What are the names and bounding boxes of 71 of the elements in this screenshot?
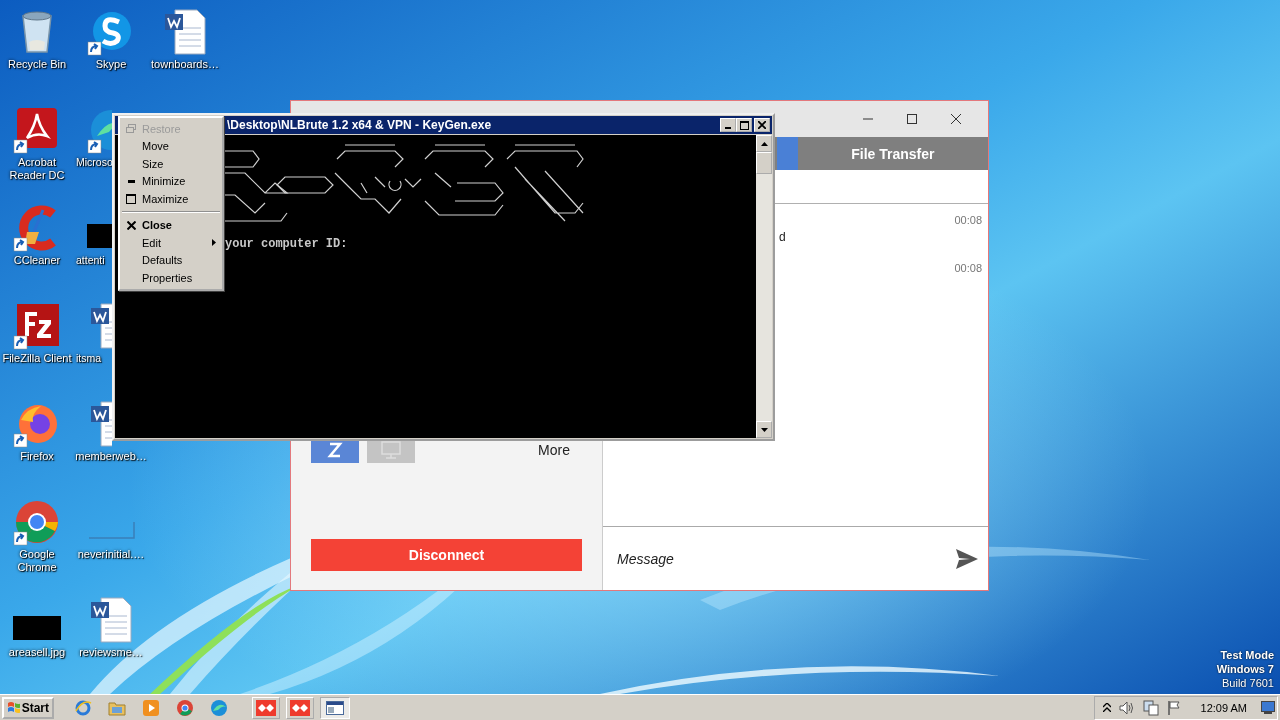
- message-time: 00:08: [954, 262, 982, 274]
- maximize-icon: [126, 193, 136, 204]
- show-desktop-icon[interactable]: [1261, 701, 1275, 714]
- network-icon[interactable]: [1142, 699, 1159, 716]
- icon-label[interactable]: townboards…: [151, 58, 219, 71]
- flag-icon[interactable]: [1166, 699, 1181, 716]
- menu-item[interactable]: Minimize: [120, 172, 222, 190]
- taskbar-window-button[interactable]: [286, 696, 314, 719]
- down-arrow-icon: [760, 427, 768, 432]
- icon-label[interactable]: itsma: [74, 352, 102, 365]
- scroll-up-button[interactable]: [756, 135, 772, 152]
- zigzag-icon: [325, 441, 345, 459]
- menu-item[interactable]: Defaults: [120, 251, 222, 269]
- start-button[interactable]: Start: [2, 696, 54, 719]
- up-arrow-icon: [760, 141, 768, 146]
- close-icon: [950, 113, 962, 125]
- icon-label[interactable]: Microso: [74, 156, 113, 169]
- icon-label[interactable]: neverinitial.…: [77, 548, 145, 561]
- console-text: your computer ID:: [225, 237, 349, 251]
- maximize-icon: [906, 113, 918, 125]
- restore-icon: [126, 124, 136, 134]
- minimize-icon: [127, 179, 135, 183]
- close-icon: [126, 220, 136, 230]
- taskbar-window-button[interactable]: [252, 696, 280, 719]
- icon-label[interactable]: memberweb…: [75, 450, 147, 463]
- menu-item[interactable]: Maximize: [120, 190, 222, 208]
- taskbar-button[interactable]: [176, 698, 194, 717]
- monitor-icon: [379, 440, 403, 460]
- browser-icon: [74, 698, 92, 717]
- close-icon: [758, 121, 766, 129]
- menu-item[interactable]: Size: [120, 155, 222, 173]
- maximize-icon: [739, 120, 749, 130]
- menu-item[interactable]: Properties: [120, 269, 222, 287]
- scrollbar[interactable]: [756, 135, 772, 438]
- window-icon: [326, 700, 344, 715]
- icon-label[interactable]: Acrobat Reader DC: [1, 156, 73, 182]
- icon-label[interactable]: Firefox: [20, 450, 54, 463]
- message-time: 00:08: [954, 214, 982, 226]
- icon-label[interactable]: CCleaner: [13, 254, 61, 267]
- speaker-icon[interactable]: [1118, 700, 1135, 715]
- send-icon[interactable]: [956, 548, 978, 569]
- icon-label[interactable]: Google Chrome: [1, 548, 73, 574]
- submenu-arrow-icon: [212, 239, 216, 247]
- browser-icon: [210, 698, 228, 717]
- chevron-up-icon[interactable]: [1102, 703, 1111, 712]
- message-text: d: [778, 230, 787, 244]
- menu-item[interactable]: Move: [120, 137, 222, 155]
- os-notice-text: Build 7601: [1222, 676, 1274, 690]
- icon-label[interactable]: Recycle Bin: [7, 58, 67, 71]
- icon-label[interactable]: Skype: [95, 58, 127, 71]
- menu-item[interactable]: Close: [120, 216, 222, 234]
- more-link[interactable]: More: [538, 442, 570, 458]
- icon-label[interactable]: FileZilla Client: [2, 352, 72, 365]
- icon-label[interactable]: attenti: [74, 254, 105, 267]
- scroll-down-button[interactable]: [756, 421, 772, 438]
- scrollbar-thumb[interactable]: [756, 152, 772, 174]
- disconnect-button[interactable]: Disconnect: [311, 539, 582, 571]
- browser-icon: [176, 698, 194, 717]
- os-notice-text: Windows 7: [1216, 662, 1274, 676]
- close-button[interactable]: [754, 118, 770, 132]
- taskbar-window-button[interactable]: [320, 696, 350, 719]
- maximize-button[interactable]: [736, 118, 752, 132]
- menu-item[interactable]: Edit: [120, 234, 222, 252]
- minimize-button[interactable]: [720, 118, 736, 132]
- clock[interactable]: 12:09 AM: [1200, 701, 1247, 714]
- windows-flag-icon: [7, 700, 20, 715]
- os-notice-text: Test Mode: [1220, 648, 1274, 662]
- play-icon: [142, 698, 160, 717]
- message-field[interactable]: Message: [615, 542, 956, 575]
- taskbar-button[interactable]: [74, 698, 92, 717]
- window-title: \Desktop\NLBrute 1.2 x64 & VPN - KeyGen.exe: [227, 118, 492, 132]
